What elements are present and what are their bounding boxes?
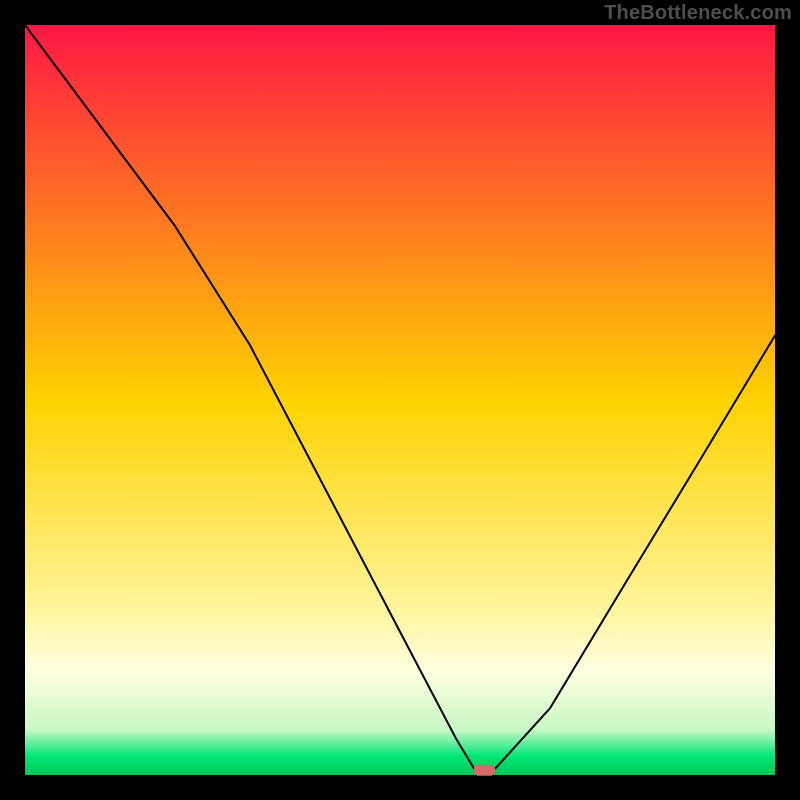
- watermark-text: TheBottleneck.com: [604, 2, 792, 25]
- chart-container: TheBottleneck.com: [0, 0, 800, 800]
- optimal-point-marker: [473, 765, 495, 776]
- plot-background: [25, 25, 775, 775]
- bottleneck-chart: [0, 0, 800, 800]
